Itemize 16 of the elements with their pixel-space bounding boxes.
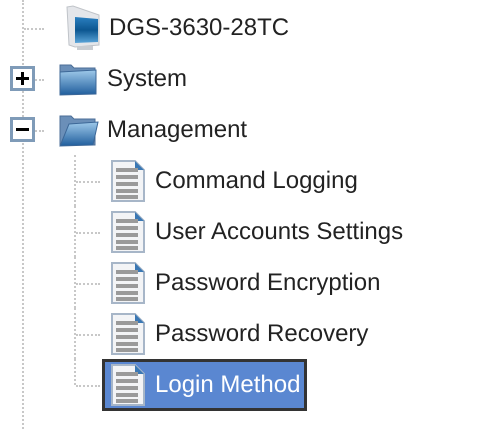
tree-item[interactable]: Password Encryption <box>102 256 388 308</box>
document-icon <box>111 364 145 406</box>
tree-item-label[interactable]: Management <box>107 112 248 148</box>
collapse-toggle[interactable] <box>10 117 35 142</box>
tree-item[interactable]: Login Method <box>102 358 308 410</box>
document-icon <box>111 312 145 354</box>
tree-item-label[interactable]: System <box>107 60 188 96</box>
tree-item-label[interactable]: DGS-3630-28TC <box>109 10 290 46</box>
expand-toggle[interactable] <box>10 66 35 91</box>
tree-item[interactable]: User Accounts Settings <box>102 206 410 258</box>
tree-item[interactable]: Password Recovery <box>102 308 376 360</box>
document-icon <box>111 160 145 202</box>
monitor-icon <box>65 4 101 50</box>
tree-item[interactable]: Command Logging <box>102 154 365 206</box>
document-icon <box>111 210 145 252</box>
document-icon <box>111 262 145 304</box>
